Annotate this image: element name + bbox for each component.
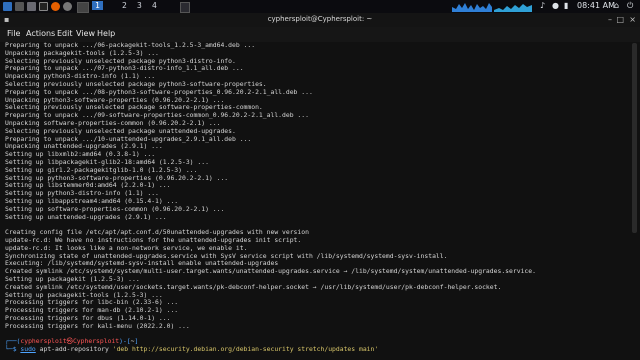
close-icon[interactable]: × [629, 16, 636, 24]
terminal-window: ▪ cyphersploit@Cyphersploit: ~ – □ × Fil… [0, 13, 640, 360]
file-manager-icon[interactable] [27, 2, 36, 11]
window-title: cyphersploit@Cyphersploit: ~ [267, 15, 373, 23]
terminal-line: Processing triggers for kali-menu (2022.… [5, 321, 190, 330]
power-icon[interactable]: ⏻ [627, 1, 633, 11]
cpu-graph-icon [452, 1, 492, 12]
firefox-icon[interactable] [51, 2, 60, 11]
workspace-2[interactable]: 2 [122, 1, 127, 10]
workspace-1[interactable]: 1 [92, 1, 103, 10]
clock[interactable]: 08:41 AM [577, 1, 615, 10]
maximize-icon[interactable]: □ [616, 16, 624, 24]
menu-help[interactable]: Help [97, 29, 115, 38]
menu-file[interactable]: File [7, 29, 20, 38]
minimize-icon[interactable]: – [608, 16, 612, 24]
workspace-3[interactable]: 3 [137, 1, 142, 10]
menu-bar: File Actions Edit View Help [0, 27, 640, 42]
battery-icon[interactable]: ▮ [564, 1, 568, 10]
terminal-line: Setting up unattended-upgrades (2.9.1) .… [5, 212, 167, 221]
taskbar-window-terminal[interactable] [180, 2, 190, 13]
command-sudo: sudo [20, 345, 36, 354]
command-text: apt-add-repository [35, 345, 113, 354]
lock-icon[interactable]: ⌂ [614, 1, 619, 10]
command-argument: 'deb http://security.debian.org/debian-s… [112, 345, 379, 354]
speaker-icon[interactable]: ♪ [540, 1, 545, 10]
kali-menu-icon[interactable] [3, 2, 12, 11]
taskbar: 1 2 3 4 ♪ ● ▮ 08:41 AM ⌂ ⏻ [0, 0, 640, 14]
menu-actions[interactable]: Actions [26, 29, 55, 38]
desktop-icon[interactable] [15, 2, 24, 11]
notification-icon[interactable]: ● [552, 1, 559, 10]
menu-edit[interactable]: Edit [57, 29, 73, 38]
command-line[interactable]: └─$ sudo apt-add-repository 'deb http://… [5, 345, 626, 354]
terminal-launcher-icon[interactable] [39, 2, 48, 11]
workspace-4[interactable]: 4 [152, 1, 157, 10]
terminal-output[interactable]: Preparing to unpack .../06-packagekit-to… [5, 42, 626, 356]
network-graph-icon [494, 1, 532, 12]
window-titlebar[interactable]: ▪ cyphersploit@Cyphersploit: ~ – □ × [0, 13, 640, 27]
terminal-scrollbar[interactable] [632, 43, 637, 233]
menu-view[interactable]: View [76, 29, 95, 38]
settings-icon[interactable] [63, 2, 72, 11]
active-window-button[interactable] [77, 2, 89, 13]
